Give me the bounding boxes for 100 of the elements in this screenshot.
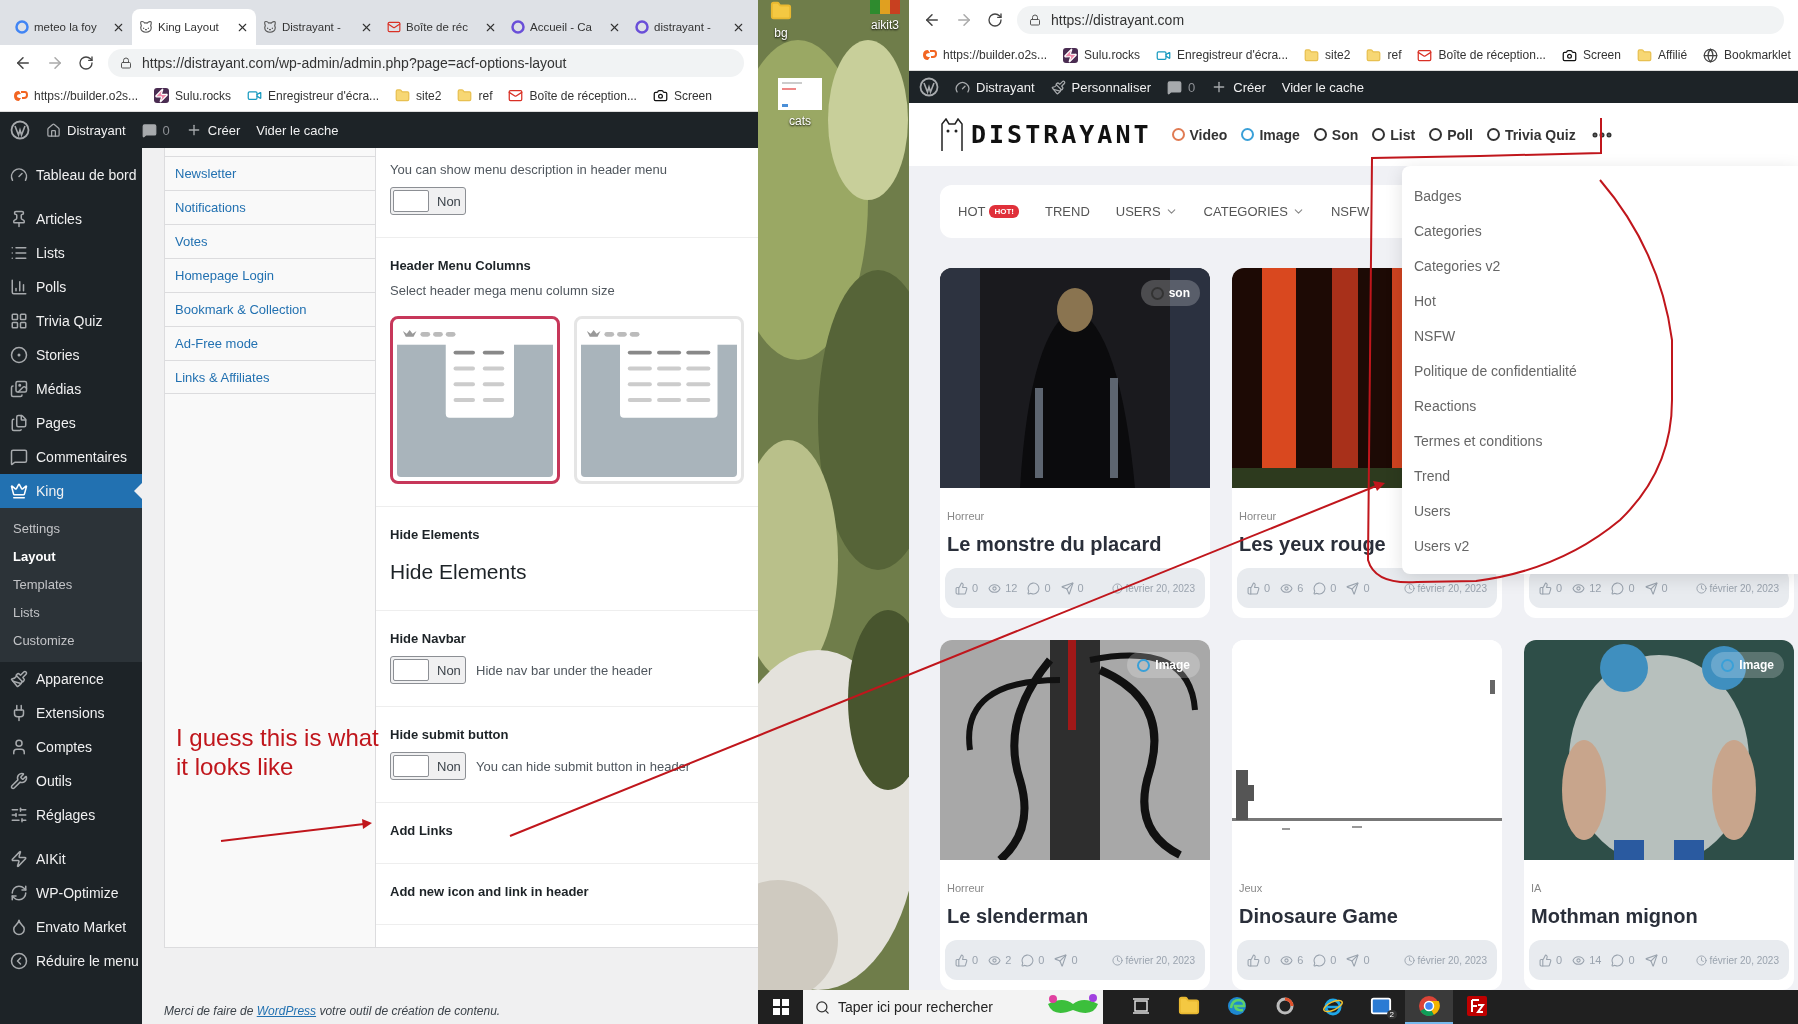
sidebar-item[interactable]: WP-Optimize — [0, 876, 142, 910]
browser-tab[interactable]: King Layout — [132, 9, 256, 45]
document-thumbnail-icon[interactable] — [778, 78, 822, 110]
admin-bar-item[interactable]: Personnaliser — [1050, 79, 1152, 95]
admin-bar-item[interactable]: Vider le cache — [256, 122, 339, 138]
sidebar-item[interactable]: Trivia Quiz — [0, 304, 142, 338]
site-logo[interactable]: DISTRAYANT — [971, 120, 1152, 150]
post-type-link[interactable]: Trivia Quiz — [1486, 126, 1576, 143]
bookmark[interactable]: Enregistreur d'écra... — [1156, 47, 1289, 63]
sidebar-item[interactable]: Médias — [0, 372, 142, 406]
sidebar-item[interactable]: Comptes — [0, 730, 142, 764]
nav-link[interactable]: USERS — [1115, 203, 1178, 219]
sidebar-item[interactable]: King — [0, 474, 142, 508]
toggle-switch[interactable]: Non — [390, 656, 466, 684]
sidebar-item[interactable]: Outils — [0, 764, 142, 798]
bookmark[interactable]: https://builder.o2s... — [12, 88, 139, 103]
sidebar-item[interactable]: Pages — [0, 406, 142, 440]
post-type-link[interactable]: Son — [1313, 126, 1359, 143]
mail-icon — [387, 20, 401, 34]
options-tab[interactable]: Links & Affiliates — [165, 360, 375, 394]
bookmark[interactable]: Bookmarklet — [1703, 47, 1791, 63]
post-type-link[interactable]: Poll — [1429, 126, 1473, 143]
post-category: Horreur — [947, 882, 985, 895]
options-tab[interactable]: Ad-Free mode — [165, 326, 375, 360]
nav-link[interactable]: TREND — [1045, 203, 1090, 219]
menu-item[interactable]: Categories — [1402, 213, 1798, 248]
nav-link[interactable]: NSFW — [1330, 203, 1370, 219]
admin-bar-item[interactable]: Créer — [185, 122, 241, 138]
taskbar-search-field[interactable]: Taper ici pour rechercher — [803, 990, 1103, 1024]
bookmark[interactable]: https://builder.o2s... — [921, 48, 1048, 63]
submenu-item[interactable]: Layout — [0, 542, 142, 570]
admin-bar-item[interactable]: 0 — [1167, 79, 1196, 95]
sidebar-item[interactable]: Stories — [0, 338, 142, 372]
toggle-switch[interactable]: Non — [390, 752, 466, 780]
sidebar-item[interactable]: Réglages — [0, 798, 142, 832]
post-title[interactable]: Le slenderman — [947, 905, 1089, 928]
sidebar-item[interactable]: Apparence — [0, 662, 142, 696]
bookmark[interactable]: Screen — [652, 88, 712, 103]
admin-bar-item[interactable]: 0 — [141, 122, 170, 138]
admin-bar-item[interactable]: Distrayant — [955, 79, 1035, 95]
wordpress-link[interactable]: WordPress — [256, 1004, 317, 1018]
options-tab[interactable]: Homepage Login — [165, 258, 375, 292]
admin-bar-item[interactable]: Vider le cache — [1281, 79, 1364, 95]
nav-link[interactable]: CATEGORIES — [1203, 203, 1305, 219]
post-title[interactable]: Mothman mignon — [1531, 905, 1698, 928]
column-layout-option[interactable] — [390, 316, 560, 484]
bookmark[interactable]: Sulu.rocks — [1063, 47, 1141, 63]
bookmark[interactable]: ref — [457, 88, 493, 103]
post-type-link[interactable]: List — [1372, 126, 1416, 143]
sidebar-item[interactable]: Tableau de bord — [0, 158, 142, 192]
sidebar-item[interactable]: Articles — [0, 202, 142, 236]
browser-tab[interactable]: distrayant - — [628, 9, 752, 45]
bookmark[interactable]: Boîte de réception... — [1417, 47, 1546, 63]
bookmark[interactable]: site2 — [1304, 47, 1351, 63]
browser-tab[interactable]: Accueil - Ca — [504, 9, 628, 45]
submenu-item[interactable]: Lists — [0, 598, 142, 626]
sidebar-item[interactable]: Réduire le menu — [0, 944, 142, 978]
options-tab[interactable]: Bookmark & Collection — [165, 292, 375, 326]
admin-bar-item[interactable]: Créer — [1211, 79, 1266, 96]
folder-icon[interactable] — [770, 0, 792, 22]
nav-link[interactable]: HOT HOT! — [958, 203, 1019, 219]
toggle-switch[interactable]: Non — [390, 187, 466, 215]
options-tab[interactable]: Newsletter — [165, 156, 375, 190]
sidebar-item[interactable]: Envato Market — [0, 910, 142, 944]
sidebar-item[interactable]: Extensions — [0, 696, 142, 730]
wordpress-icon[interactable] — [10, 120, 30, 140]
bookmark[interactable]: Affilié — [1636, 47, 1688, 63]
browser-tab[interactable]: Boîte de réc — [380, 9, 504, 45]
sidebar-item[interactable]: AIKit — [0, 842, 142, 876]
bookmark[interactable]: Enregistreur d'écra... — [247, 88, 380, 103]
post-title[interactable]: Dinosaure Game — [1239, 905, 1398, 928]
taskbar-app[interactable]: 2 — [1357, 990, 1405, 1024]
menu-item[interactable]: Badges — [1402, 178, 1798, 213]
sidebar-item[interactable]: Lists — [0, 236, 142, 270]
wordpress-icon[interactable] — [919, 77, 939, 98]
submenu-item[interactable]: Settings — [0, 514, 142, 542]
browser-tab[interactable]: Distrayant - — [256, 9, 380, 45]
reload-icon[interactable] — [78, 54, 94, 71]
address-bar[interactable]: https://distrayant.com/wp-admin/admin.php?page=acf-options-layout — [108, 48, 744, 77]
submenu-item[interactable]: Templates — [0, 570, 142, 598]
bookmark[interactable]: site2 — [395, 88, 442, 103]
admin-bar-item[interactable]: Distrayant — [46, 122, 126, 138]
post-card[interactable]: son Horreur Le monstre du placard 0 12 0 0 février 20, 2023 — [940, 268, 1210, 618]
bookmark[interactable]: Boîte de réception... — [508, 88, 637, 103]
options-tab[interactable]: Notifications — [165, 190, 375, 224]
section-title: Hide Elements — [390, 559, 528, 585]
post-title[interactable]: Le monstre du placard — [947, 533, 1162, 556]
taskbar-app[interactable] — [1405, 990, 1453, 1024]
browser-tab[interactable]: meteo la foy — [8, 9, 132, 45]
submenu-item[interactable]: Customize — [0, 626, 142, 654]
post-type-link[interactable]: Video — [1171, 126, 1228, 143]
post-type-link[interactable]: Image — [1241, 126, 1300, 143]
address-bar[interactable]: https://distrayant.com — [1017, 6, 1784, 35]
bookmark[interactable]: Sulu.rocks — [154, 88, 232, 103]
bookmark[interactable]: ref — [1366, 47, 1402, 63]
bookmark[interactable]: Screen — [1561, 47, 1621, 63]
sidebar-item[interactable]: Commentaires — [0, 440, 142, 474]
options-tab[interactable]: Votes — [165, 224, 375, 258]
reload-icon[interactable] — [987, 12, 1003, 29]
sidebar-item[interactable]: Polls — [0, 270, 142, 304]
